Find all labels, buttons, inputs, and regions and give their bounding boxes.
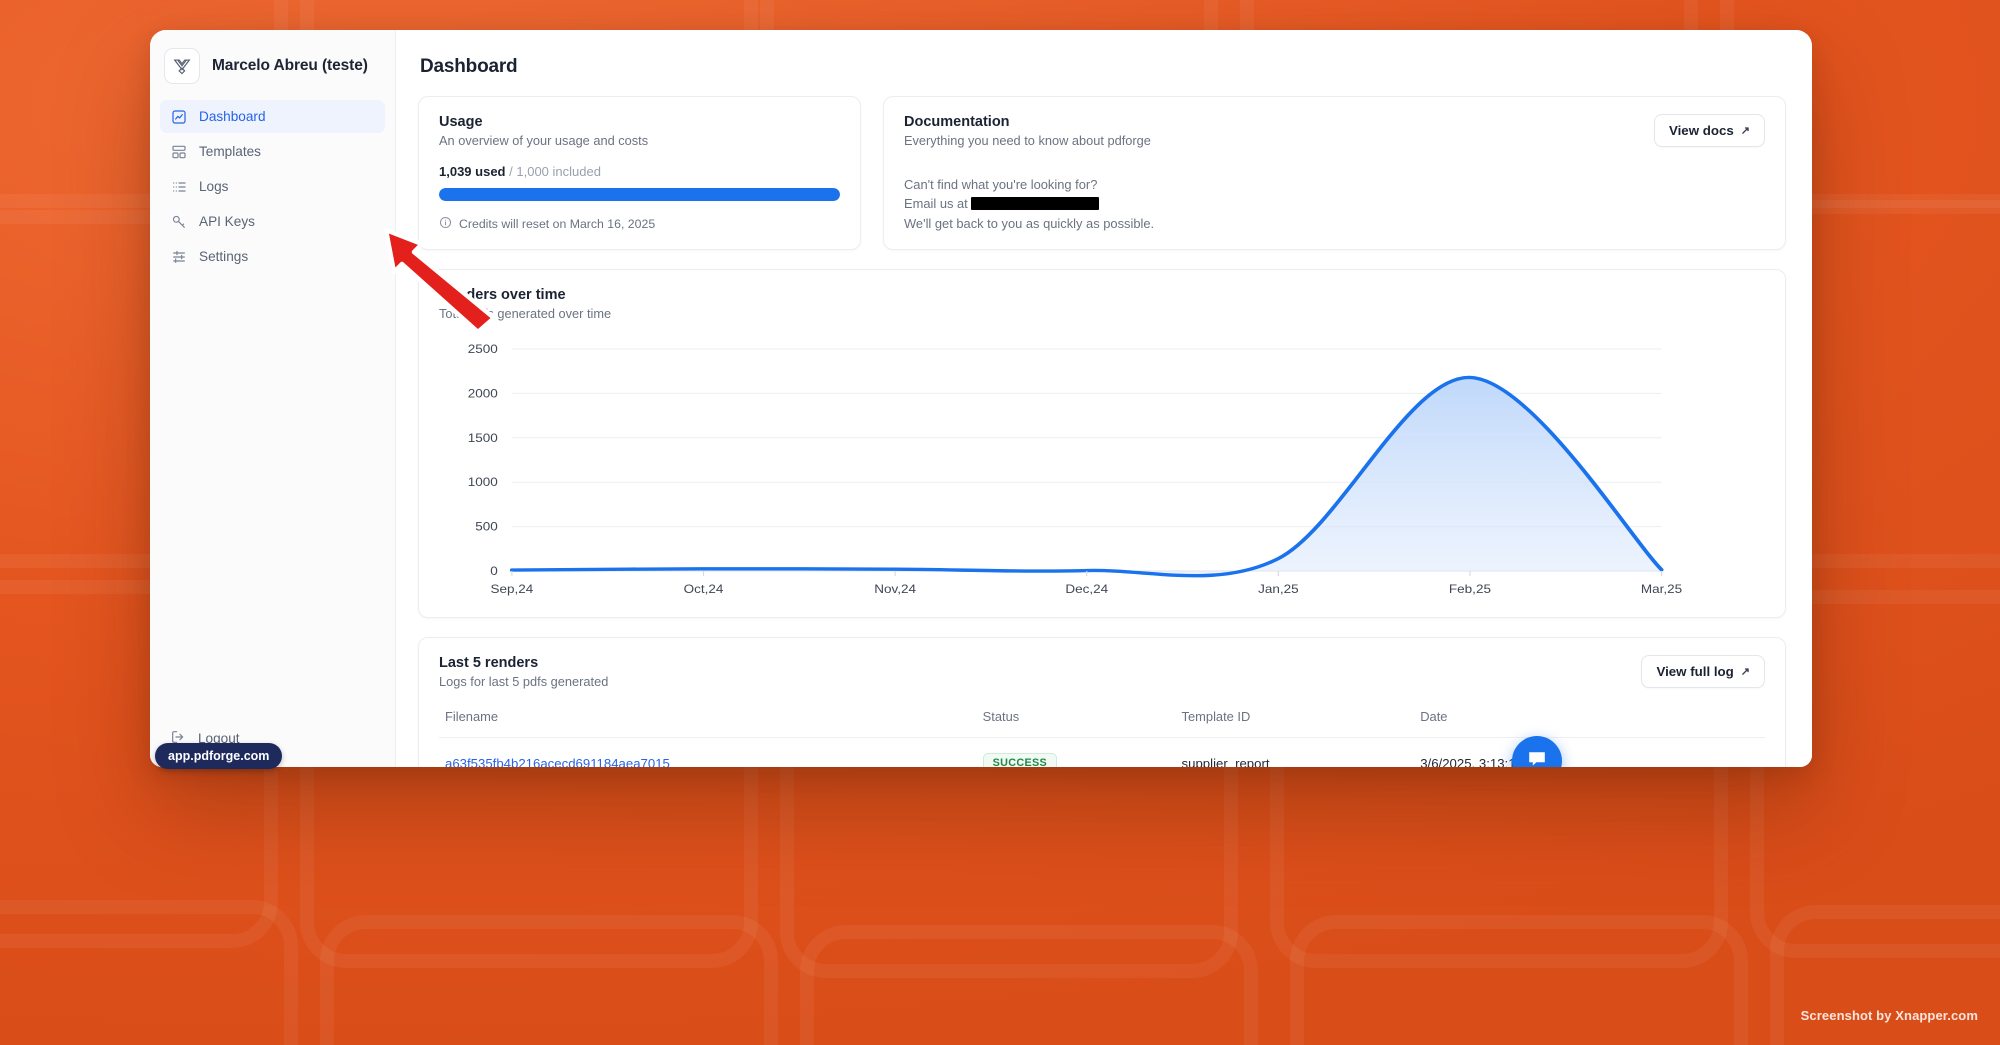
documentation-text: Documentation Everything you need to kno…: [904, 114, 1151, 148]
usage-stats: 1,039 used / 1,000 included: [439, 164, 840, 179]
view-full-log-button[interactable]: View full log ↗: [1641, 655, 1765, 689]
renders-over-time-chart: 0 500 1000 1500 2000 2500 Sep,24 Oct,24 Nov,24 D…: [468, 343, 1682, 596]
cell-template-id: supplier_report: [1181, 737, 1421, 767]
sidebar-item-api-keys[interactable]: API Keys: [160, 205, 385, 238]
sidebar-item-label: Logs: [199, 179, 229, 194]
view-docs-label: View docs: [1668, 123, 1734, 138]
column-header-status: Status: [982, 709, 1020, 725]
chart-x-tick-label: Dec,24: [1065, 583, 1108, 596]
usage-separator: /: [509, 164, 513, 179]
pdforge-logo-icon: [164, 48, 200, 84]
usage-total: 1,000 included: [516, 164, 601, 179]
usage-note-text: Credits will reset on March 16, 2025: [459, 217, 656, 231]
external-link-arrow-icon: ↗: [1740, 666, 1750, 679]
status-badge: SUCCESS: [982, 753, 1057, 767]
chart-y-tick-label: 1000: [468, 476, 498, 489]
sidebar-item-settings[interactable]: Settings: [160, 240, 385, 273]
renders-table: Filename Status Template ID Date a63f535…: [439, 709, 1765, 767]
chart-title: Renders over time: [439, 287, 566, 304]
sidebar-item-label: Settings: [199, 249, 249, 264]
chart-y-tick-label: 2500: [468, 343, 498, 356]
page-title: Dashboard: [420, 56, 518, 77]
chart-y-axis-labels: 0 500 1000 1500 2000 2500: [468, 343, 498, 578]
view-docs-button[interactable]: View docs ↗: [1653, 114, 1765, 147]
chart-x-tick-label: Sep,24: [490, 583, 533, 596]
brand-name: Marcelo Abreu (teste): [212, 57, 368, 74]
renders-table-body: a63f535fb4b216acecd691184aea7015 SUCCESS s…: [439, 737, 1765, 767]
usage-progress-fill: [439, 188, 840, 201]
chart-x-tick-label: Mar,25: [1641, 583, 1682, 596]
cell-filename: a63f535fb4b216acecd691184aea7015: [439, 737, 983, 767]
screenshot-watermark: Screenshot by Xnapper.com: [1800, 1008, 1978, 1023]
top-cards-row: Usage An overview of your usage and cost…: [418, 96, 1786, 251]
cell-date: 3/6/2025, 3:13:18 PM: [1420, 737, 1765, 767]
redacted-email: [971, 197, 1100, 211]
documentation-email-prefix: Email us at: [904, 196, 968, 212]
sidebar-item-label: Dashboard: [199, 109, 266, 124]
documentation-subtitle: Everything you need to know about pdforg…: [904, 133, 1151, 148]
sidebar-item-logs[interactable]: Logs: [160, 170, 385, 203]
documentation-help-line3: We'll get back to you as quickly as poss…: [904, 215, 1155, 231]
chart-y-tick-label: 1500: [468, 432, 498, 445]
usage-title: Usage: [439, 114, 483, 130]
chart-x-tick-label: Jan,25: [1258, 583, 1299, 596]
table-header-row: Filename Status Template ID Date: [439, 709, 1765, 738]
last-renders-title: Last 5 renders: [439, 655, 539, 672]
cell-status: SUCCESS: [982, 737, 1182, 767]
brand[interactable]: Marcelo Abreu (teste): [150, 30, 395, 94]
sidebar-nav: Dashboard Templates Logs API Keys Settin…: [150, 94, 395, 273]
last-renders-subtitle: Logs for last 5 pdfs generated: [439, 674, 609, 690]
documentation-help: Can't find what you're looking for? Emai…: [904, 175, 1765, 233]
view-full-log-label: View full log: [1656, 664, 1734, 680]
filename-link[interactable]: a63f535fb4b216acecd691184aea7015: [445, 756, 670, 767]
chart-bar-icon: [170, 108, 187, 125]
documentation-help-line1: Can't find what you're looking for?: [904, 177, 1098, 192]
sidebar-item-templates[interactable]: Templates: [160, 135, 385, 168]
layout-grid-icon: [170, 143, 187, 160]
sidebar-item-dashboard[interactable]: Dashboard: [160, 100, 385, 133]
usage-used: 1,039 used: [439, 164, 506, 179]
external-link-arrow-icon: ↗: [1740, 125, 1750, 137]
sliders-icon: [170, 248, 187, 265]
usage-subtitle: An overview of your usage and costs: [439, 133, 649, 148]
chart-y-tick-label: 0: [490, 565, 498, 578]
chart-y-tick-label: 500: [475, 521, 498, 534]
documentation-header: Documentation Everything you need to kno…: [904, 114, 1765, 148]
chart-x-tick-label: Feb,25: [1449, 583, 1491, 596]
chart-subtitle: Total pdfs generated over time: [439, 306, 612, 322]
chart-area-fill: [511, 377, 1662, 576]
chat-bubble-icon: [1525, 747, 1549, 768]
sidebar-item-label: API Keys: [199, 214, 255, 229]
usage-progress-track: [439, 188, 840, 201]
documentation-card: Documentation Everything you need to kno…: [883, 96, 1786, 251]
renders-table-head: Filename Status Template ID Date: [439, 709, 1765, 738]
last-renders-text: Last 5 renders Logs for last 5 pdfs gene…: [439, 655, 608, 689]
usage-note: Credits will reset on March 16, 2025: [439, 216, 840, 232]
table-row: a63f535fb4b216acecd691184aea7015 SUCCESS s…: [439, 737, 1765, 767]
chart-y-tick-label: 2000: [468, 387, 498, 400]
last-renders-header: Last 5 renders Logs for last 5 pdfs gene…: [439, 655, 1765, 689]
last-renders-card: Last 5 renders Logs for last 5 pdfs gene…: [418, 637, 1786, 767]
chart-x-axis-labels: Sep,24 Oct,24 Nov,24 Dec,24 Jan,25 Feb,25 Mar,…: [490, 571, 1682, 596]
key-icon: [170, 213, 187, 230]
renders-chart-card: Renders over time Total pdfs generated o…: [418, 269, 1786, 619]
sidebar: Marcelo Abreu (teste) Dashboard Template…: [150, 30, 396, 767]
chart-x-tick-label: Oct,24: [684, 583, 724, 596]
chart-x-tick-label: Nov,24: [874, 583, 916, 596]
browser-window: Marcelo Abreu (teste) Dashboard Template…: [150, 30, 1812, 767]
usage-card: Usage An overview of your usage and cost…: [418, 96, 861, 251]
info-circle-icon: [439, 216, 452, 232]
chart-plot-area: 0 500 1000 1500 2000 2500 Sep,24 Oct,24 Nov,24 D…: [439, 339, 1765, 607]
column-header-filename: Filename: [445, 709, 499, 725]
column-header-template-id: Template ID: [1181, 709, 1251, 725]
url-badge: app.pdforge.com: [155, 743, 283, 769]
main-content: Dashboard Usage An overview of your usag…: [396, 30, 1812, 767]
column-header-date: Date: [1420, 709, 1448, 725]
documentation-help-line2: Email us at: [904, 194, 1765, 213]
sidebar-item-label: Templates: [199, 144, 261, 159]
list-icon: [170, 178, 187, 195]
documentation-title: Documentation: [904, 114, 1010, 130]
